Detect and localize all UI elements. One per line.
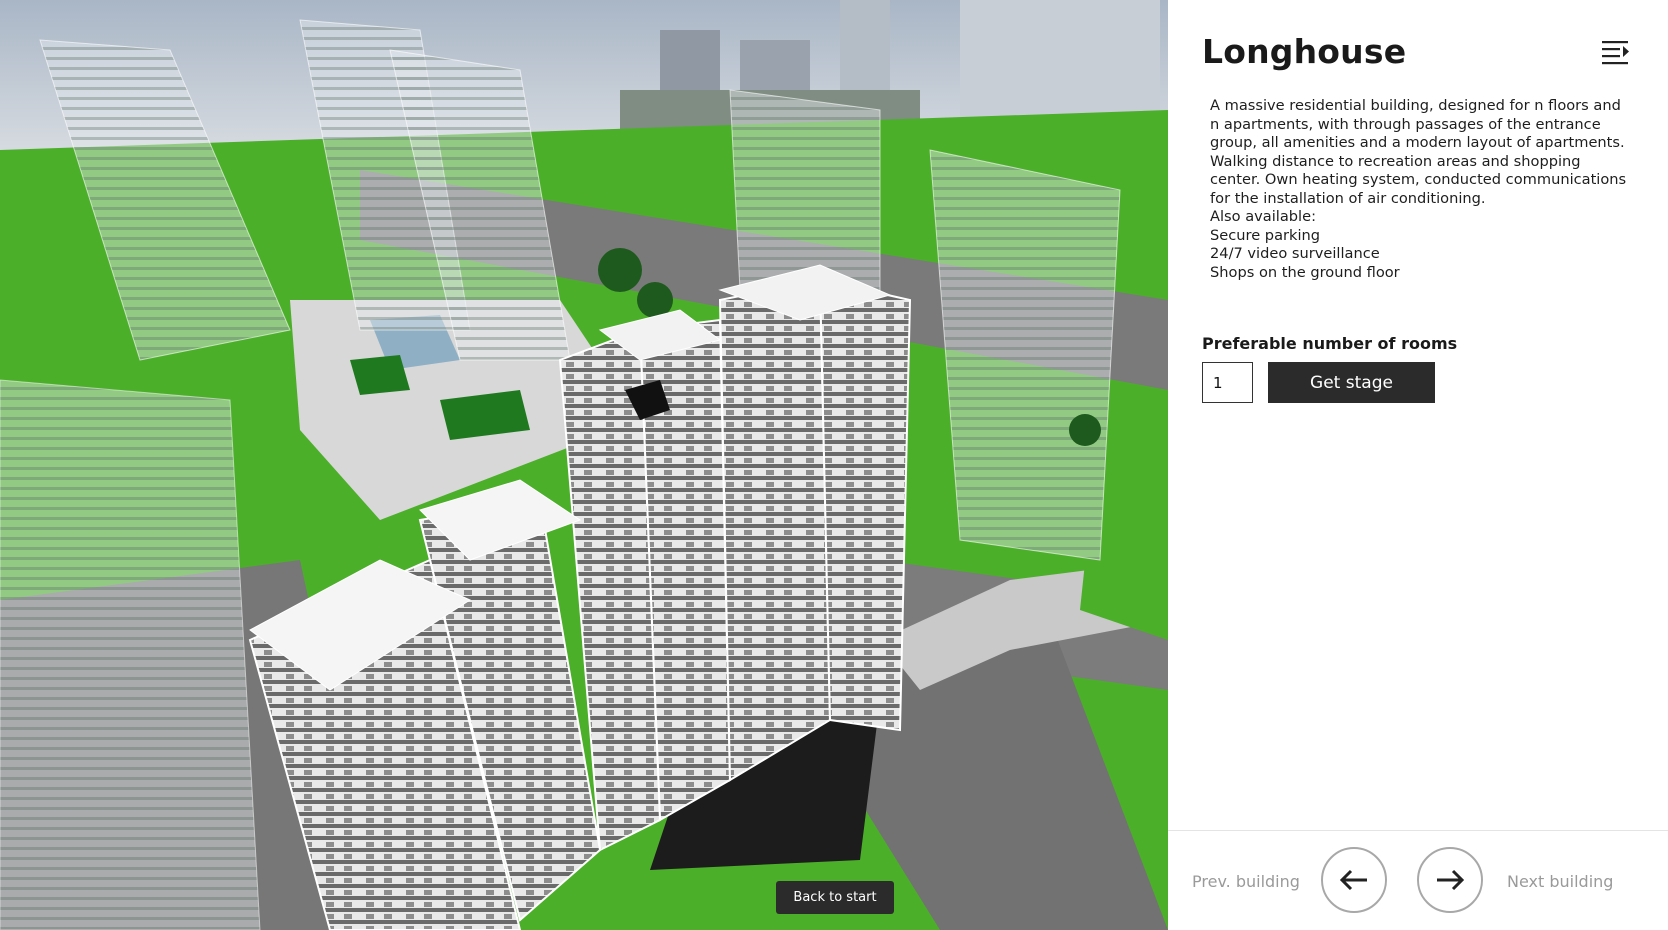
description-paragraph: A massive residential building, designed… bbox=[1210, 97, 1627, 207]
building-title: Longhouse bbox=[1202, 32, 1407, 71]
description-feature: Secure parking bbox=[1210, 226, 1321, 244]
scene-viewport[interactable]: Back to start bbox=[0, 0, 1168, 930]
description-feature: 24/7 video surveillance bbox=[1210, 245, 1380, 262]
rooms-input[interactable] bbox=[1202, 362, 1253, 403]
scene-render bbox=[0, 0, 1168, 930]
info-panel: Longhouse A massive residential building… bbox=[1168, 0, 1668, 930]
prev-building-link[interactable]: Prev. building bbox=[1192, 872, 1300, 891]
app-root: Back to start Longhouse A massive reside… bbox=[0, 0, 1668, 930]
description-feature: Shops on the ground floor bbox=[1210, 263, 1400, 281]
rooms-label: Preferable number of rooms bbox=[1202, 334, 1458, 353]
get-stage-button[interactable]: Get stage bbox=[1268, 362, 1435, 403]
arrow-left-icon bbox=[1339, 869, 1367, 891]
footer-divider bbox=[1168, 830, 1668, 831]
next-building-link[interactable]: Next building bbox=[1507, 872, 1613, 891]
prev-building-button[interactable] bbox=[1321, 847, 1387, 913]
arrow-right-icon bbox=[1437, 869, 1465, 891]
menu-list-icon[interactable] bbox=[1600, 38, 1632, 66]
back-to-start-button[interactable]: Back to start bbox=[776, 881, 894, 914]
next-building-button[interactable] bbox=[1417, 847, 1483, 913]
building-description: A massive residential building, designed… bbox=[1210, 97, 1630, 282]
description-available-heading: Also available: bbox=[1210, 208, 1316, 225]
